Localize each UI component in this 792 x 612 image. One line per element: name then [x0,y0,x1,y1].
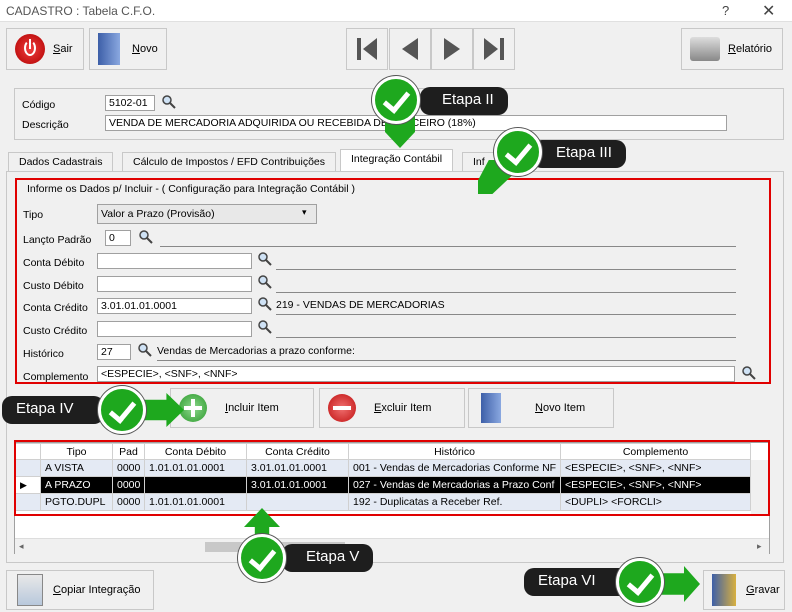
window-title: CADASTRO : Tabela C.F.O. [6,4,156,18]
complemento-search-icon[interactable] [742,366,756,380]
tipo-label: Tipo [23,209,44,221]
grid-highlight [14,440,770,516]
novo-item-label: Novo Item [535,402,586,414]
codigo-label: Código [22,99,56,111]
tab-dados-cadastrais[interactable]: Dados Cadastrais [8,152,114,172]
tab-calculo-impostos[interactable]: Cálculo de Impostos / EFD Contribuições [122,152,336,172]
horizontal-scrollbar[interactable]: ◂ ▸ [15,538,769,554]
gravar-button[interactable]: Gravar [703,570,785,610]
novo-button[interactable]: Novo [89,28,167,70]
novo-item-button[interactable]: Novo Item [468,388,614,428]
previous-icon [402,38,418,60]
etapa6-check-icon [616,558,664,606]
historico-search-icon[interactable] [138,343,152,357]
printer-icon [690,37,720,61]
etapa4-check-icon [98,386,146,434]
minus-icon [328,394,356,422]
conta-debito-search-icon[interactable] [258,252,272,266]
previous-record-button[interactable] [389,28,431,70]
tipo-select[interactable]: Valor a Prazo (Provisão) [97,204,317,224]
custo-debito-label: Custo Débito [23,280,84,292]
excluir-item-label: Excluir Item [374,402,432,414]
novo-label: Novo [132,43,158,55]
etapa2-check-icon [372,76,420,124]
custo-debito-search-icon[interactable] [258,275,272,289]
descricao-field[interactable]: VENDA DE MERCADORIA ADQUIRIDA OU RECEBID… [105,115,727,131]
relatorio-button[interactable]: Relatório [681,28,783,70]
power-icon [15,34,45,64]
historico-desc-line [157,360,736,361]
etapa6-arrow [660,566,700,602]
first-icon [357,38,377,60]
tab-integracao-contabil[interactable]: Integração Contábil [340,149,454,172]
lanco-field[interactable]: 0 [105,230,131,246]
chevron-down-icon: ▾ [302,207,307,217]
conta-credito-desc: 219 - VENDAS DE MERCADORIAS [276,299,445,311]
historico-label: Histórico [23,348,64,360]
incluir-item-label: Incluir Item [225,402,279,414]
historico-field[interactable]: 27 [97,344,131,360]
complemento-field[interactable]: <ESPECIE>, <SNF>, <NNF> [97,366,735,382]
lanco-label: Lançto Padrão [23,234,92,246]
group-title: Informe os Dados p/ Incluir - ( Configur… [27,183,355,195]
custo-credito-desc-line [276,337,736,338]
sair-button[interactable]: Sair [6,28,84,70]
title-bar: CADASTRO : Tabela C.F.O. ? ✕ [0,0,792,22]
close-button[interactable]: ✕ [762,1,775,21]
lanco-search-icon[interactable] [139,230,153,244]
conta-credito-search-icon[interactable] [258,297,272,311]
incluir-item-button[interactable]: Incluir Item [170,388,314,428]
gravar-label: Gravar [746,584,780,596]
descricao-label: Descrição [22,119,69,131]
etapa3-check-icon [494,128,542,176]
tipo-value: Valor a Prazo (Provisão) [101,208,215,220]
excluir-item-button[interactable]: Excluir Item [319,388,465,428]
copiar-integracao-label: Copiar Integração [53,584,141,596]
new-document-icon [481,393,501,423]
custo-credito-search-icon[interactable] [258,320,272,334]
complemento-label: Complemento [23,371,89,383]
etapa4-callout: Etapa IV [2,396,104,424]
custo-credito-field[interactable] [97,321,252,337]
conta-debito-field[interactable] [97,253,252,269]
lanco-desc-line [160,246,736,247]
relatorio-label: Relatório [728,43,773,55]
next-icon [444,38,460,60]
conta-credito-label: Conta Crédito [23,302,88,314]
etapa5-callout: Etapa V [282,544,374,572]
etapa3-callout: Etapa III [532,140,626,168]
first-record-button[interactable] [346,28,388,70]
copiar-integracao-button[interactable]: Copiar Integração [6,570,154,610]
plus-icon [179,394,207,422]
historico-desc: Vendas de Mercadorias a prazo conforme: [157,345,355,357]
custo-debito-desc-line [276,292,736,293]
next-record-button[interactable] [431,28,473,70]
etapa5-check-icon [238,534,286,582]
help-button[interactable]: ? [722,3,729,18]
conta-credito-field[interactable]: 3.01.01.01.0001 [97,298,252,314]
scroll-left-icon[interactable]: ◂ [19,541,24,552]
last-record-button[interactable] [473,28,515,70]
save-icon [712,574,736,606]
codigo-field[interactable]: 5102-01 [105,95,155,111]
copy-icon [17,574,43,606]
conta-credito-desc-line [276,314,736,315]
codigo-search-icon[interactable] [162,95,176,109]
custo-debito-field[interactable] [97,276,252,292]
sair-label: Sair [53,43,73,55]
conta-debito-label: Conta Débito [23,257,85,269]
etapa2-callout: Etapa II [420,87,508,115]
last-icon [484,38,504,60]
custo-credito-label: Custo Crédito [23,325,88,337]
document-icon [98,33,120,65]
scroll-right-icon[interactable]: ▸ [757,541,762,552]
conta-debito-desc-line [276,269,736,270]
